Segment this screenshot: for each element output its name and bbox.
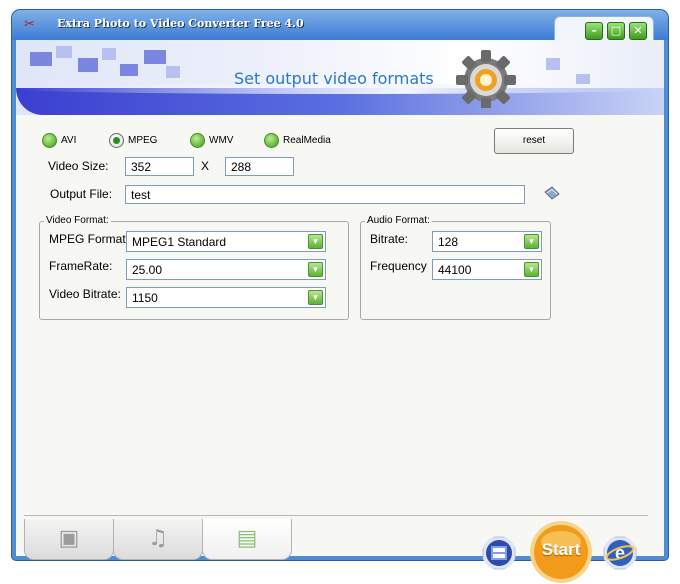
radio-label: AVI	[61, 135, 77, 146]
video-width-input[interactable]: 352	[125, 157, 194, 176]
music-icon: ♫	[148, 526, 168, 551]
format-radio-wmv[interactable]: WMV	[190, 133, 233, 148]
close-button[interactable]: ✕	[629, 22, 647, 40]
video-height-input[interactable]: 288	[225, 157, 294, 176]
banner-square	[120, 64, 138, 76]
size-separator: X	[201, 159, 210, 173]
window-title: Extra Photo to Video Converter Free 4.0	[57, 17, 304, 30]
title-bar[interactable]: ✂ Extra Photo to Video Converter Free 4.…	[12, 10, 668, 43]
audio-format-group: Audio Format: Bitrate: 128 ▼ Frequency 4…	[360, 215, 551, 320]
video-output-icon: ▤	[236, 526, 258, 551]
reset-button[interactable]: reset	[494, 128, 574, 154]
video-bitrate-select[interactable]: 1150 ▼	[126, 287, 326, 308]
banner-square	[78, 58, 98, 72]
radio-label: WMV	[209, 135, 234, 146]
audio-format-title: Audio Format:	[365, 215, 432, 226]
bottom-divider	[24, 515, 648, 516]
video-bitrate-label: Video Bitrate:	[49, 287, 121, 301]
radio-icon	[42, 133, 57, 148]
mpeg-format-value: MPEG1 Standard	[132, 235, 227, 249]
banner-square	[144, 50, 166, 64]
radio-icon	[190, 133, 205, 148]
video-bitrate-value: 1150	[132, 291, 158, 305]
banner-square	[30, 52, 52, 66]
output-file-label: Output File:	[50, 187, 113, 201]
browse-folder-icon[interactable]	[542, 184, 562, 204]
banner-square	[102, 48, 116, 60]
tab-music[interactable]: ♫	[113, 519, 203, 560]
film-icon[interactable]	[482, 536, 516, 570]
frame-rate-value: 25.00	[132, 263, 163, 277]
radio-selected-icon	[109, 133, 124, 148]
banner-square	[166, 66, 180, 78]
chevron-down-icon[interactable]: ▼	[308, 290, 323, 305]
output-file-input[interactable]: test	[125, 185, 525, 204]
radio-label: RealMedia	[283, 135, 331, 146]
gear-icon	[456, 50, 516, 108]
mpeg-format-label: MPEG Format	[49, 232, 126, 246]
header-banner: Set output video formats	[16, 40, 664, 115]
minimize-button[interactable]: –	[585, 22, 603, 40]
audio-bitrate-label: Bitrate:	[370, 232, 409, 246]
app-logo-icon: ✂	[24, 17, 35, 32]
frequency-value: 44100	[438, 263, 472, 277]
page-title: Set output video formats	[234, 69, 434, 88]
chevron-down-icon[interactable]: ▼	[524, 234, 539, 249]
video-size-label: Video Size:	[48, 159, 109, 173]
maximize-button[interactable]: □	[607, 22, 625, 40]
video-format-title: Video Format:	[44, 215, 111, 226]
chevron-down-icon[interactable]: ▼	[308, 234, 323, 249]
photos-icon: ▣	[58, 526, 80, 551]
frame-rate-label: FrameRate:	[49, 259, 113, 273]
web-icon[interactable]: e	[603, 536, 637, 570]
banner-square	[546, 58, 560, 70]
frequency-label: Frequency	[370, 259, 427, 273]
radio-label: MPEG	[128, 135, 158, 146]
mpeg-format-select[interactable]: MPEG1 Standard ▼	[126, 231, 326, 252]
format-radio-avi[interactable]: AVI	[42, 133, 76, 148]
audio-bitrate-select[interactable]: 128 ▼	[432, 231, 542, 252]
format-radio-mpeg[interactable]: MPEG	[109, 133, 157, 148]
chevron-down-icon[interactable]: ▼	[524, 262, 539, 277]
client-area: Set output video formats AVI MPEG WMV Re…	[16, 40, 664, 583]
tab-photos[interactable]: ▣	[24, 519, 114, 560]
chevron-down-icon[interactable]: ▼	[308, 262, 323, 277]
app-window: ✂ Extra Photo to Video Converter Free 4.…	[12, 10, 668, 583]
frame-rate-select[interactable]: 25.00 ▼	[126, 259, 326, 280]
start-button[interactable]	[529, 520, 593, 584]
audio-bitrate-value: 128	[438, 235, 459, 249]
video-format-group: Video Format: MPEG Format MPEG1 Standard…	[39, 215, 349, 320]
settings-panel: AVI MPEG WMV RealMedia reset Video Size:…	[16, 115, 664, 583]
tab-video-output[interactable]: ▤	[202, 519, 292, 560]
banner-square	[56, 46, 72, 58]
radio-icon	[264, 133, 279, 148]
banner-square	[576, 74, 590, 84]
frequency-select[interactable]: 44100 ▼	[432, 259, 542, 280]
format-radio-realmedia[interactable]: RealMedia	[264, 133, 331, 148]
window-controls: – □ ✕	[554, 16, 654, 43]
